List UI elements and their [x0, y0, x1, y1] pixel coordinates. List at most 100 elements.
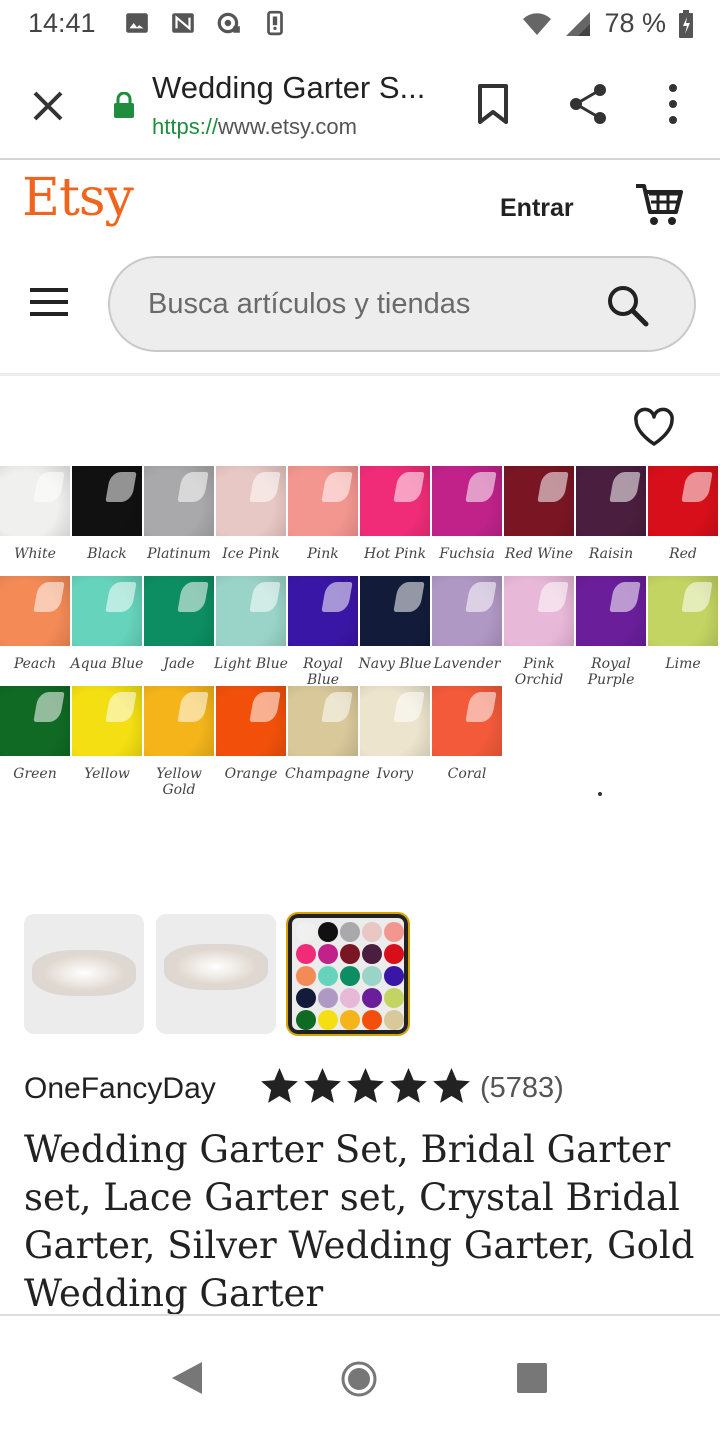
star-icon — [261, 1068, 298, 1103]
color-swatch — [576, 466, 646, 536]
cart-icon[interactable] — [634, 180, 684, 228]
product-image-color-chart[interactable]: White Black Platinum Ice Pink Pink Hot Pink Fu… — [0, 466, 720, 816]
ribbon-highlight — [681, 472, 713, 502]
review-count[interactable]: (5783) — [480, 1072, 564, 1105]
color-label: Pink — [307, 546, 339, 562]
site-header: Etsy Entrar — [0, 162, 720, 376]
ribbon-highlight — [537, 582, 569, 612]
page-title[interactable]: Wedding Garter S... — [152, 70, 432, 106]
color-swatch — [504, 466, 574, 536]
color-swatch — [432, 576, 502, 646]
mini-swatch — [296, 944, 316, 964]
bookmark-icon[interactable] — [474, 82, 512, 126]
ribbon-highlight — [249, 582, 281, 612]
mini-swatch — [362, 988, 382, 1008]
ribbon-highlight — [105, 472, 137, 502]
etsy-logo[interactable]: Etsy — [22, 168, 134, 228]
thumbnail-garter-2[interactable] — [156, 914, 276, 1034]
color-swatch — [216, 466, 286, 536]
mini-swatch — [318, 966, 338, 986]
share-icon[interactable] — [566, 82, 610, 126]
lock-icon — [114, 92, 134, 118]
thumbnail-color-chart[interactable] — [286, 912, 410, 1036]
color-swatch — [288, 686, 358, 756]
color-swatch — [360, 576, 430, 646]
mini-swatch — [318, 988, 338, 1008]
color-swatch — [144, 466, 214, 536]
color-label: Light Blue — [214, 656, 288, 672]
mini-swatch — [296, 922, 316, 942]
color-swatch — [72, 576, 142, 646]
color-swatch — [0, 686, 70, 756]
ribbon-highlight — [105, 692, 137, 722]
color-swatch — [432, 686, 502, 756]
color-swatch — [576, 576, 646, 646]
star-icon — [304, 1068, 341, 1103]
mini-swatch — [296, 1010, 316, 1030]
color-label: Champagne — [285, 766, 370, 782]
shop-name[interactable]: OneFancyDay — [24, 1072, 216, 1106]
thumbnail-garter-1[interactable] — [24, 914, 144, 1034]
favorite-heart-icon[interactable] — [632, 406, 676, 448]
ribbon-highlight — [33, 582, 65, 612]
star-icon — [390, 1068, 427, 1103]
garter-image — [32, 950, 136, 996]
ribbon-highlight — [177, 472, 209, 502]
mini-swatch — [296, 966, 316, 986]
close-icon[interactable] — [26, 84, 70, 128]
ribbon-highlight — [465, 692, 497, 722]
color-label: Black — [87, 546, 127, 562]
mini-swatch — [384, 988, 404, 1008]
search-icon[interactable] — [606, 284, 650, 328]
browser-toolbar: Wedding Garter S... https://www.etsy.com — [0, 52, 720, 160]
color-swatch — [360, 686, 430, 756]
battery-icon — [679, 9, 693, 38]
recent-apps-icon[interactable] — [516, 1362, 548, 1394]
color-label: Yellow Gold — [156, 766, 202, 798]
mini-swatch — [318, 922, 338, 942]
mini-swatch — [340, 922, 360, 942]
menu-icon[interactable] — [30, 286, 68, 318]
ribbon-highlight — [393, 472, 425, 502]
color-label: Coral — [447, 766, 487, 782]
color-label: Royal Blue — [303, 656, 343, 688]
color-swatch — [648, 576, 718, 646]
page-url[interactable]: https://www.etsy.com — [152, 114, 357, 140]
color-swatch — [288, 576, 358, 646]
rating-stars[interactable] — [258, 1066, 473, 1106]
ribbon-highlight — [105, 582, 137, 612]
color-label: Raisin — [588, 546, 634, 562]
mini-swatch — [384, 966, 404, 986]
mini-swatch — [340, 1010, 360, 1030]
mini-swatch — [340, 988, 360, 1008]
color-swatch — [144, 576, 214, 646]
color-label: Peach — [13, 656, 57, 672]
notification-icons — [124, 10, 288, 36]
mini-swatch — [296, 988, 316, 1008]
color-swatch — [288, 466, 358, 536]
mini-swatch — [384, 922, 404, 942]
more-options-icon[interactable] — [658, 82, 688, 126]
signin-link[interactable]: Entrar — [500, 194, 574, 223]
color-label: Hot Pink — [363, 546, 427, 562]
search-input[interactable] — [148, 284, 558, 324]
color-swatch — [648, 466, 718, 536]
back-icon[interactable] — [170, 1360, 204, 1396]
url-host: www.etsy.com — [218, 114, 357, 139]
wifi-icon — [523, 12, 552, 35]
home-icon[interactable] — [340, 1360, 378, 1398]
status-bar: 14:41 78 % — [0, 0, 720, 52]
ribbon-highlight — [249, 692, 281, 722]
ribbon-highlight — [177, 692, 209, 722]
color-swatch — [360, 466, 430, 536]
image-icon — [126, 13, 148, 33]
color-label: White — [14, 546, 56, 562]
system-nav-bar — [0, 1316, 720, 1440]
color-label: Ice Pink — [222, 546, 280, 562]
product-title: Wedding Garter Set, Bridal Garter set, L… — [24, 1128, 695, 1315]
color-label: Lime — [665, 656, 701, 672]
color-label: Yellow — [84, 766, 130, 782]
color-swatch — [0, 576, 70, 646]
search-box[interactable] — [108, 256, 696, 352]
ribbon-highlight — [321, 472, 353, 502]
